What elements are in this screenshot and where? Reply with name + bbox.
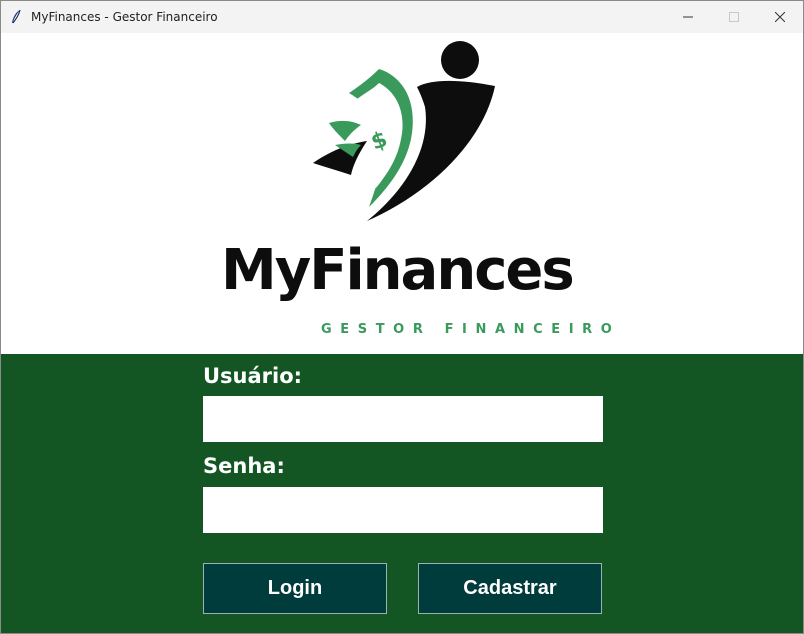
register-button[interactable]: Cadastrar bbox=[418, 563, 602, 614]
close-icon bbox=[775, 12, 785, 22]
feather-icon bbox=[1, 1, 31, 33]
password-input[interactable] bbox=[203, 487, 603, 533]
login-panel: Usuário: Senha: Login Cadastrar bbox=[1, 354, 803, 633]
minimize-button[interactable] bbox=[665, 1, 711, 33]
window-title: MyFinances - Gestor Financeiro bbox=[31, 10, 218, 24]
username-label: Usuário: bbox=[203, 364, 303, 388]
password-label: Senha: bbox=[203, 454, 285, 478]
window-controls bbox=[665, 1, 803, 33]
username-input[interactable] bbox=[203, 396, 603, 442]
minimize-icon bbox=[683, 16, 693, 18]
brand-header: $ MyFinances GESTOR FINANCEIRO bbox=[1, 33, 803, 354]
brand-name: MyFinances bbox=[221, 238, 575, 303]
app-window: MyFinances - Gestor Financeiro $ MyFinan… bbox=[0, 0, 804, 634]
login-button[interactable]: Login bbox=[203, 563, 387, 614]
maximize-icon bbox=[729, 12, 739, 22]
brand-tagline: GESTOR FINANCEIRO bbox=[321, 322, 621, 337]
title-bar[interactable]: MyFinances - Gestor Financeiro bbox=[1, 1, 803, 33]
maximize-button[interactable] bbox=[711, 1, 757, 33]
close-button[interactable] bbox=[757, 1, 803, 33]
money-person-logo: $ bbox=[313, 41, 495, 221]
